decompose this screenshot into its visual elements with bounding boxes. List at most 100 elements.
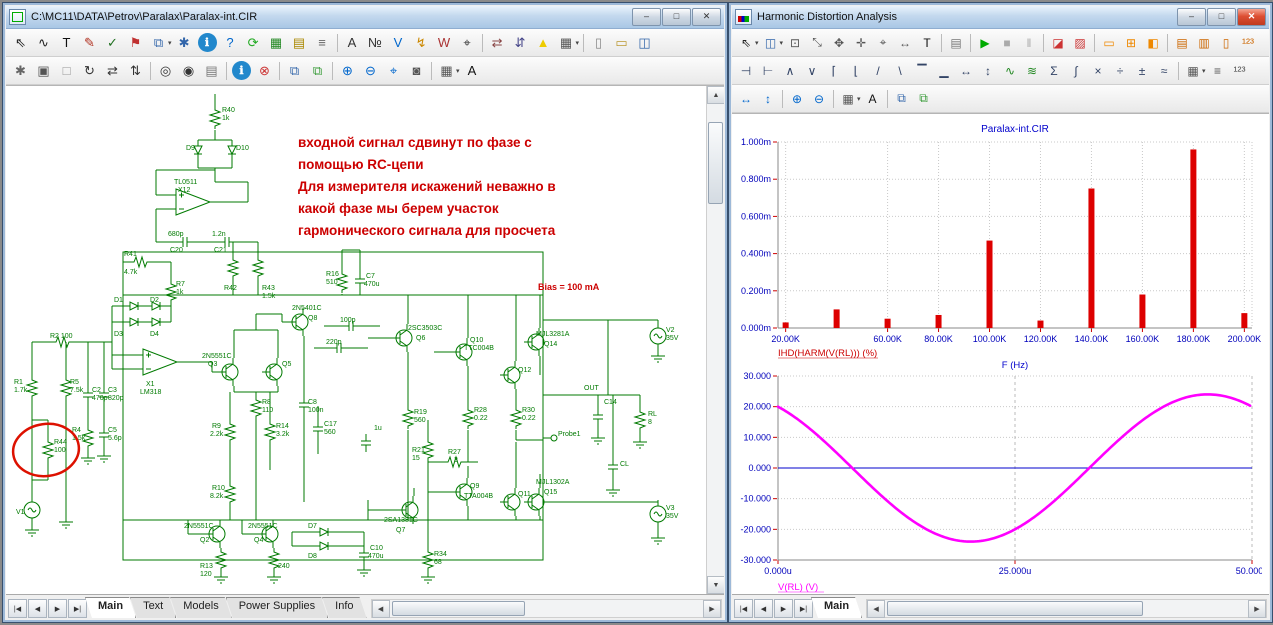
grid-select-icon[interactable]: ▦ — [837, 88, 859, 110]
maximize-button[interactable]: □ — [662, 8, 691, 26]
component-pages-icon[interactable]: ⧉ — [147, 31, 170, 54]
tab-models[interactable]: Models — [170, 597, 231, 618]
cursor-right-icon[interactable]: ⊢ — [757, 60, 779, 82]
region-enable-icon[interactable]: ▦ — [265, 31, 288, 54]
vscroll-thumb[interactable] — [708, 122, 723, 204]
tab-last-button[interactable]: ▶| — [794, 599, 813, 618]
cursor-left-icon[interactable]: ⊣ — [735, 60, 757, 82]
vscroll-track[interactable] — [707, 104, 724, 576]
warning-triangle-icon[interactable]: ▲ — [532, 31, 555, 54]
grid-toggle-icon[interactable]: ▦ — [555, 31, 578, 54]
horizontal-tag-icon[interactable]: ↔ — [894, 32, 916, 54]
horizontal-scrollbar[interactable]: ◀ ▶ — [866, 599, 1267, 618]
text-tool-icon[interactable]: T — [55, 31, 78, 54]
help-mode-icon[interactable]: ? — [219, 31, 242, 54]
fit-height-icon[interactable]: ↕ — [757, 88, 779, 110]
pan-mode-icon[interactable]: ✥ — [828, 32, 850, 54]
attach-icon[interactable]: ✱ — [173, 31, 196, 54]
node-voltages-icon[interactable]: V — [387, 31, 410, 54]
split-window-icon[interactable]: ◫ — [633, 31, 656, 54]
node-numbers-icon[interactable]: № — [364, 31, 387, 54]
vertical-scrollbar[interactable]: ▲ ▼ — [706, 86, 724, 594]
point-tag-icon[interactable]: ⌖ — [872, 32, 894, 54]
fit-width-icon[interactable]: ↔ — [735, 88, 757, 110]
measure-check-icon[interactable]: ✓ — [101, 31, 124, 54]
select-arrow-icon[interactable]: ⇖ — [735, 32, 757, 54]
current-arrows-icon[interactable]: ↯ — [410, 31, 433, 54]
page-tabs-icon[interactable]: ▭ — [610, 31, 633, 54]
tab-first-button[interactable]: |◀ — [734, 599, 753, 618]
select-region-icon[interactable]: ▣ — [32, 59, 55, 82]
tokens-icon[interactable]: ▨ — [1069, 32, 1091, 54]
info-page-icon[interactable]: ℹ — [232, 61, 251, 80]
align-cursors-icon[interactable]: ≡ — [1207, 60, 1229, 82]
schematic-canvas[interactable]: R401kD9D10TL0511X12680p1.2nC20C21R414.7k… — [6, 85, 724, 594]
dropdown-arrow-icon[interactable]: ▾ — [780, 39, 784, 47]
hscroll-thumb[interactable] — [887, 601, 1143, 616]
tab-text[interactable]: Text — [130, 597, 176, 618]
overlay-icon[interactable]: ≋ — [1021, 60, 1043, 82]
digits-icon[interactable]: ¹²³ — [1229, 60, 1251, 82]
zoom-area-icon[interactable]: ⌖ — [382, 59, 405, 82]
zoom-out-icon[interactable]: ⊖ — [808, 88, 830, 110]
zoom-rect-icon[interactable]: ⊡ — [784, 32, 806, 54]
tab-info[interactable]: Info — [322, 597, 366, 618]
toggle-y-icon[interactable]: ⇵ — [509, 31, 532, 54]
fall-edge-icon[interactable]: \ — [889, 60, 911, 82]
rise-edge-icon[interactable]: / — [867, 60, 889, 82]
tolerance-icon[interactable]: ± — [1131, 60, 1153, 82]
refresh-models-icon[interactable]: ⟳ — [242, 31, 265, 54]
graph-window-icon[interactable]: ◫ — [760, 32, 782, 54]
hscroll-track[interactable] — [390, 600, 703, 617]
peak-icon[interactable]: ∧ — [779, 60, 801, 82]
three-plots-icon[interactable]: ▤ — [1171, 32, 1193, 54]
run-analysis-icon[interactable]: ▶ — [974, 32, 996, 54]
copy-to-clipboard-icon[interactable]: ⧉ — [283, 59, 306, 82]
go-to-branch-icon[interactable]: ▦ — [1182, 60, 1204, 82]
power-values-icon[interactable]: W — [433, 31, 456, 54]
horizontal-scrollbar[interactable]: ◀ ▶ — [371, 599, 722, 618]
new-page-icon[interactable]: ▯ — [587, 31, 610, 54]
flip-vertical-icon[interactable]: ⇅ — [124, 59, 147, 82]
grid-select-icon[interactable]: ▦ — [435, 59, 458, 82]
copy-page-icon[interactable]: ⧉ — [913, 88, 935, 110]
scroll-down-button[interactable]: ▼ — [707, 576, 724, 594]
maximize-button[interactable]: □ — [1207, 8, 1236, 26]
valley-icon[interactable]: ∨ — [801, 60, 823, 82]
height-measure-icon[interactable]: ↕ — [977, 60, 999, 82]
close-button[interactable]: ✕ — [692, 8, 721, 26]
hscroll-thumb[interactable] — [392, 601, 526, 616]
go-to-icon[interactable]: ▤ — [200, 59, 223, 82]
maximum-icon[interactable]: ⌈ — [823, 60, 845, 82]
width-measure-icon[interactable]: ↔ — [955, 60, 977, 82]
font-icon[interactable]: A — [862, 88, 884, 110]
stop-analysis-icon[interactable]: ⊗ — [253, 59, 276, 82]
ghost-box-icon[interactable]: □ — [55, 59, 78, 82]
tab-main[interactable]: Main — [85, 597, 136, 618]
dropdown-arrow-icon[interactable]: ▾ — [456, 67, 460, 75]
tab-power-supplies[interactable]: Power Supplies — [226, 597, 328, 618]
ratio-icon[interactable]: ÷ — [1109, 60, 1131, 82]
page-settings-icon[interactable]: ✱ — [9, 59, 32, 82]
zoom-out-icon[interactable]: ⊖ — [359, 59, 382, 82]
bottom-measure-icon[interactable]: ▁ — [933, 60, 955, 82]
scroll-right-button[interactable]: ▶ — [703, 600, 721, 618]
flag-icon[interactable]: ⚑ — [124, 31, 147, 54]
waveform-icon[interactable]: ∿ — [999, 60, 1021, 82]
flip-horizontal-icon[interactable]: ⇄ — [101, 59, 124, 82]
scale-mode-icon[interactable]: ⤡ — [806, 32, 828, 54]
rotate-icon[interactable]: ↻ — [78, 59, 101, 82]
one-plot-icon[interactable]: ▯ — [1215, 32, 1237, 54]
minimize-button[interactable]: – — [1177, 8, 1206, 26]
schematic-titlebar[interactable]: C:\MC11\DATA\Petrov\Paralax\Paralax-int.… — [6, 6, 724, 29]
tab-next-button[interactable]: ▶ — [774, 599, 793, 618]
two-plots-icon[interactable]: ▥ — [1193, 32, 1215, 54]
top-measure-icon[interactable]: ▔ — [911, 60, 933, 82]
minimize-button[interactable]: – — [632, 8, 661, 26]
tab-last-button[interactable]: ▶| — [68, 599, 87, 618]
properties-icon[interactable]: ▤ — [945, 32, 967, 54]
attribute-text-icon[interactable]: A — [341, 31, 364, 54]
close-button[interactable]: ✕ — [1237, 8, 1266, 26]
sum-icon[interactable]: Σ — [1043, 60, 1065, 82]
plus-box-icon[interactable]: ⊞ — [1120, 32, 1142, 54]
